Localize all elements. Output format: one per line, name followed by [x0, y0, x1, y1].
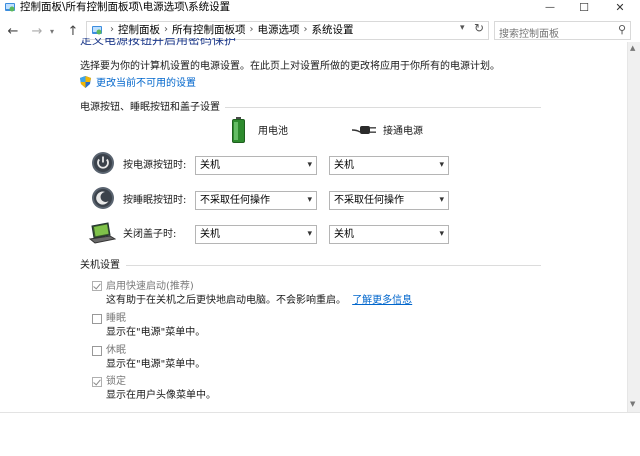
change-unavailable-settings-link[interactable]: 更改当前不可用的设置 [96, 77, 196, 90]
vertical-scrollbar[interactable]: ▲ ▼ [627, 42, 640, 412]
section-divider [126, 265, 541, 266]
power-button-label: 按电源按钮时: [123, 160, 187, 171]
close-icon: ✕ [615, 0, 625, 14]
page-heading: 定义电源按钮并启用密码保护 [80, 38, 237, 46]
forward-arrow-icon: → [31, 23, 43, 39]
close-button[interactable]: ✕ [603, 0, 637, 14]
sleep-label: 睡眠 [106, 313, 126, 324]
select-value: 关机 [334, 229, 354, 240]
power-icon [92, 152, 114, 174]
sleep-icon [92, 187, 114, 209]
lid-close-plugged-select[interactable]: 关机 ▾ [329, 225, 449, 244]
sleep-button-label: 按睡眠按钮时: [123, 195, 187, 206]
fast-startup-desc-text: 这有助于在关机之后更快地启动电脑。不会影响重启。 [106, 295, 346, 306]
lid-close-battery-select[interactable]: 关机 ▾ [195, 225, 317, 244]
chevron-right-icon: › [110, 24, 114, 35]
sleep-button-plugged-select[interactable]: 不采取任何操作 ▾ [329, 191, 449, 210]
lid-close-label: 关闭盖子时: [123, 229, 177, 240]
lock-checkbox[interactable] [92, 377, 102, 387]
learn-more-link[interactable]: 了解更多信息 [352, 295, 412, 306]
scroll-up-icon[interactable]: ▲ [630, 44, 635, 52]
laptop-lid-icon [88, 222, 116, 244]
power-plug-icon [352, 126, 376, 134]
intro-text: 选择要为你的计算机设置的电源设置。在此页上对设置所做的更改将应用于你所有的电源计… [80, 61, 500, 72]
power-button-battery-select[interactable]: 关机 ▾ [195, 156, 317, 175]
plugged-in-column-header: 接通电源 [383, 126, 423, 137]
battery-icon [232, 117, 245, 143]
breadcrumb: › 控制面板 › 所有控制面板项 › 电源选项 › 系统设置 [110, 23, 354, 37]
hibernate-checkbox[interactable] [92, 346, 102, 356]
buttons-section-title: 电源按钮、睡眠按钮和盖子设置 [80, 102, 220, 113]
select-value: 不采取任何操作 [200, 195, 270, 206]
fast-startup-label: 启用快速启动(推荐) [106, 281, 194, 292]
refresh-button[interactable]: ↻ [474, 21, 484, 35]
chevron-down-icon: ▾ [307, 195, 312, 205]
address-dropdown-button[interactable]: ▾ [460, 23, 465, 33]
select-value: 关机 [200, 160, 220, 171]
scroll-down-icon[interactable]: ▼ [630, 400, 635, 408]
lock-description: 显示在用户头像菜单中。 [106, 390, 216, 401]
hibernate-description: 显示在"电源"菜单中。 [106, 359, 206, 370]
section-divider [225, 107, 541, 108]
chevron-right-icon[interactable]: › [164, 23, 168, 37]
shutdown-section-title: 关机设置 [80, 260, 120, 271]
chevron-down-icon: ▾ [439, 195, 444, 205]
minimize-icon: — [545, 1, 555, 13]
breadcrumb-item[interactable]: 电源选项 [258, 23, 300, 37]
refresh-icon: ↻ [474, 21, 485, 35]
sleep-description: 显示在"电源"菜单中。 [106, 327, 206, 338]
chevron-right-icon[interactable]: › [250, 23, 254, 37]
forward-button[interactable]: → [28, 21, 46, 41]
select-value: 关机 [200, 229, 220, 240]
back-button[interactable]: ← [4, 21, 22, 41]
maximize-icon: ☐ [579, 0, 589, 14]
chevron-down-icon: ▾ [460, 23, 465, 33]
search-icon[interactable]: ⚲ [618, 23, 626, 36]
chevron-right-icon[interactable]: › [304, 23, 308, 37]
chevron-down-icon: ▾ [439, 229, 444, 239]
hibernate-label: 休眠 [106, 345, 126, 356]
page-heading-clipped: 定义电源按钮并启用密码保护 [80, 38, 380, 46]
minimize-button[interactable]: — [533, 0, 567, 14]
chevron-down-icon: ▾ [439, 160, 444, 170]
battery-column-header: 用电池 [258, 126, 288, 137]
window-title: 控制面板\所有控制面板项\电源选项\系统设置 [20, 1, 231, 13]
sleep-button-battery-select[interactable]: 不采取任何操作 ▾ [195, 191, 317, 210]
search-input[interactable] [495, 26, 618, 43]
lock-label: 锁定 [106, 376, 126, 387]
control-panel-icon [5, 3, 15, 12]
power-button-plugged-select[interactable]: 关机 ▾ [329, 156, 449, 175]
breadcrumb-item[interactable]: 所有控制面板项 [172, 23, 246, 37]
control-panel-icon [92, 26, 102, 35]
chevron-down-icon: ▾ [307, 160, 312, 170]
chevron-down-icon: ▾ [307, 229, 312, 239]
breadcrumb-item[interactable]: 系统设置 [312, 23, 354, 37]
fast-startup-description: 这有助于在关机之后更快地启动电脑。不会影响重启。 了解更多信息 [106, 294, 412, 307]
breadcrumb-item[interactable]: 控制面板 [118, 23, 160, 37]
select-value: 不采取任何操作 [334, 195, 404, 206]
footer-divider [0, 412, 640, 413]
sleep-checkbox[interactable] [92, 314, 102, 324]
maximize-button[interactable]: ☐ [567, 0, 601, 14]
up-arrow-icon: ↑ [67, 23, 79, 39]
chevron-down-icon: ▾ [49, 26, 54, 36]
fast-startup-checkbox[interactable] [92, 281, 102, 291]
uac-shield-icon [80, 76, 91, 88]
back-arrow-icon: ← [7, 23, 19, 39]
select-value: 关机 [334, 160, 354, 171]
search-box[interactable]: ⚲ [494, 21, 631, 43]
recent-locations-button[interactable]: ▾ [46, 21, 58, 41]
